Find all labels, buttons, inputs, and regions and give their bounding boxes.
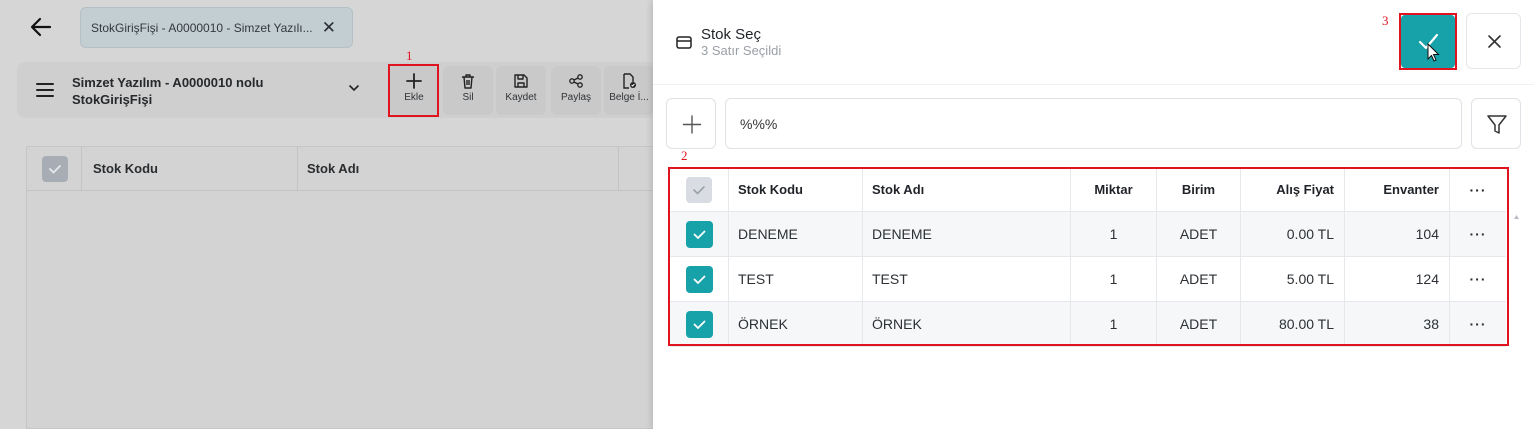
check-icon xyxy=(49,165,61,174)
panel-divider xyxy=(653,84,1534,85)
back-arrow-icon[interactable] xyxy=(28,14,54,40)
annotation-highlight-table xyxy=(668,167,1509,346)
annotation-step-3: 3 xyxy=(1382,13,1389,28)
column-divider xyxy=(297,146,298,191)
save-button-label: Kaydet xyxy=(505,92,537,103)
delete-button-label: Sil xyxy=(462,92,474,103)
annotation-highlight-add xyxy=(388,64,439,117)
search-input[interactable] xyxy=(725,98,1462,149)
share-button[interactable]: Paylaş xyxy=(551,66,601,115)
filter-button[interactable] xyxy=(1471,98,1521,149)
box-icon xyxy=(676,36,692,49)
background-column-header: Stok Adı xyxy=(307,161,360,176)
panel-title: Stok Seç xyxy=(701,26,762,43)
save-icon xyxy=(514,74,528,88)
delete-button[interactable]: Sil xyxy=(443,66,493,115)
share-icon xyxy=(569,74,583,88)
annotation-highlight-confirm xyxy=(1399,13,1457,70)
document-button[interactable]: Belge İ... xyxy=(604,66,654,115)
share-button-label: Paylaş xyxy=(560,92,591,103)
trash-icon xyxy=(462,74,474,89)
column-divider xyxy=(81,146,82,191)
close-icon xyxy=(1488,35,1501,48)
annotation-step-1: 1 xyxy=(406,48,413,63)
scrollbar[interactable] xyxy=(1512,168,1521,429)
close-panel-button[interactable] xyxy=(1466,13,1521,69)
annotation-step-2: 2 xyxy=(681,148,688,163)
document-title-line1: Simzet Yazılım - A0000010 nolu xyxy=(72,75,264,90)
background-select-all-checkbox[interactable] xyxy=(42,156,68,182)
column-divider xyxy=(618,146,619,191)
document-button-label: Belge İ... xyxy=(609,92,649,103)
close-icon[interactable]: ✕ xyxy=(322,19,336,36)
document-title-line2: StokGirişFişi xyxy=(72,92,153,107)
hamburger-icon[interactable] xyxy=(36,83,54,97)
filter-icon xyxy=(1487,115,1507,134)
panel-subtitle: 3 Satır Seçildi xyxy=(701,43,782,58)
document-tab-label: StokGirişFişi - A0000010 - Simzet Yazılı… xyxy=(91,20,313,35)
document-title: Simzet Yazılım - A0000010 nolu StokGiriş… xyxy=(72,74,322,108)
add-stock-button[interactable] xyxy=(666,98,716,149)
plus-icon xyxy=(682,115,702,134)
document-check-icon xyxy=(623,73,636,89)
document-tab[interactable]: StokGirişFişi - A0000010 - Simzet Yazılı… xyxy=(80,7,353,48)
chevron-down-icon[interactable] xyxy=(347,82,361,94)
background-column-header: Stok Kodu xyxy=(93,161,158,176)
save-button[interactable]: Kaydet xyxy=(496,66,546,115)
